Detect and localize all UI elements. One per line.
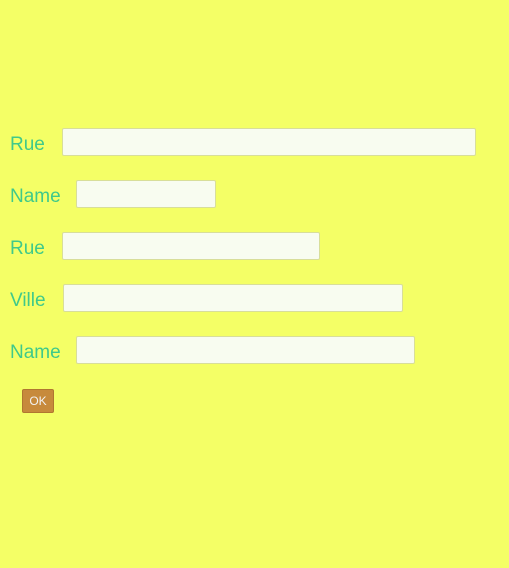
address-form: Rue Name Rue Ville Name OK [0,0,509,568]
street-label-2: Rue [10,238,45,259]
street-label-1: Rue [10,134,45,155]
name-input-2[interactable] [76,336,415,364]
city-input[interactable] [63,284,403,312]
name-label-1: Name [10,186,61,207]
name-label-2: Name [10,342,61,363]
street-input-2[interactable] [62,232,320,260]
city-label: Ville [10,290,46,311]
name-input-1[interactable] [76,180,216,208]
street-input-1[interactable] [62,128,476,156]
ok-button[interactable]: OK [22,389,54,413]
